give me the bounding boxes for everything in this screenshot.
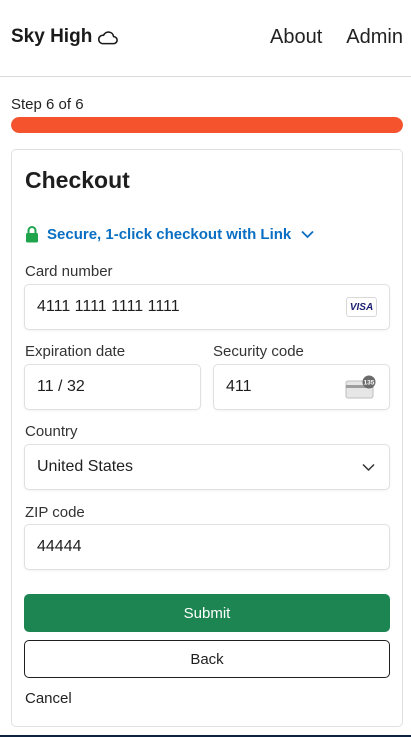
cvc-card-icon: 135 [345,375,376,399]
cancel-link[interactable]: Cancel [25,690,72,707]
zip-label: ZIP code [25,504,85,521]
brand-logo[interactable]: Sky High [11,26,119,48]
security-code-field[interactable]: 411 135 [213,364,390,410]
progress-bar [11,117,403,133]
nav-about-link[interactable]: About [270,26,322,49]
security-code-label: Security code [213,343,304,360]
brand-name: Sky High [11,26,93,47]
link-checkout-toggle[interactable]: Secure, 1-click checkout with Link [25,226,314,243]
cvc-badge-text: 135 [364,380,375,387]
country-value: United States [37,458,134,475]
card-number-field[interactable]: 4111 1111 1111 1111 VISA [24,284,390,330]
checkout-card: Checkout Secure, 1-click checkout with L… [11,149,403,727]
cloud-icon [98,30,119,44]
link-checkout-text: Secure, 1-click checkout with Link [47,226,292,243]
site-header: Sky High About Admin [0,0,411,77]
zip-field[interactable]: 44444 [24,524,390,570]
zip-value: 44444 [37,538,82,555]
visa-card-icon: VISA [346,297,377,317]
card-number-label: Card number [25,263,113,280]
chevron-down-icon [301,230,314,239]
checkout-title: Checkout [25,167,130,193]
chevron-down-icon [362,463,375,472]
country-select[interactable]: United States [24,444,390,490]
top-nav: About Admin [270,26,403,49]
back-button[interactable]: Back [24,640,390,678]
expiration-field[interactable]: 11 / 32 [24,364,201,410]
card-number-value: 4111 1111 1111 1111 [37,298,180,315]
submit-button[interactable]: Submit [24,594,390,632]
step-indicator: Step 6 of 6 [11,96,84,113]
progress-bar-fill [11,117,403,133]
expiration-value: 11 / 32 [37,378,85,395]
country-label: Country [25,423,78,440]
expiration-label: Expiration date [25,343,126,360]
nav-admin-link[interactable]: Admin [346,26,403,49]
lock-icon [26,226,38,243]
